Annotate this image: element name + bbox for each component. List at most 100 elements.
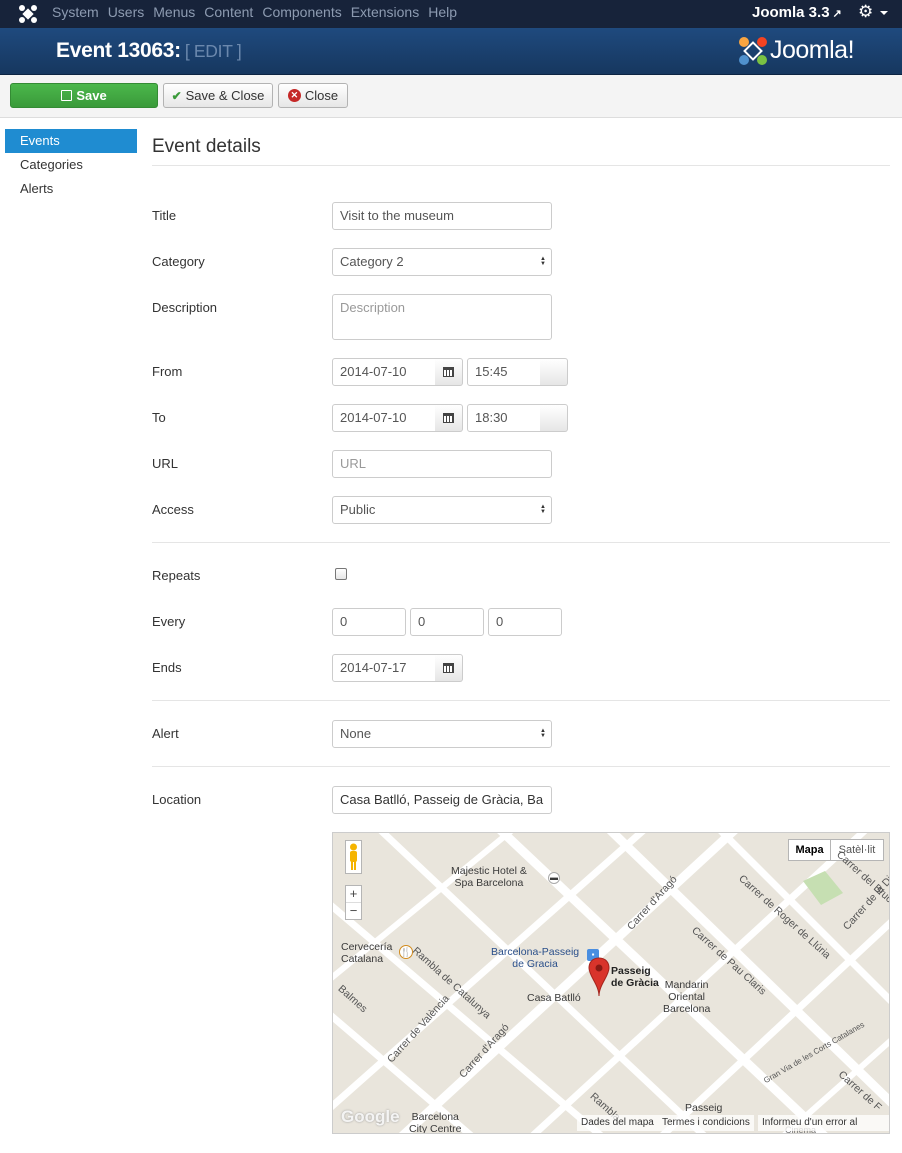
- map-label-city-centre: Barcelona City Centre: [409, 1111, 462, 1134]
- title-label: Title: [152, 208, 177, 223]
- calendar-icon: [443, 413, 454, 423]
- ends-calendar-button[interactable]: [435, 654, 463, 682]
- close-button[interactable]: ✕ Close: [278, 83, 348, 108]
- calendar-icon: [443, 663, 454, 673]
- calendar-icon: [443, 367, 454, 377]
- map-label-mandarin: Mandarin Oriental Barcelona: [663, 979, 711, 1015]
- map-label-passeig: Passeig: [685, 1102, 723, 1114]
- category-select[interactable]: Category 2 ▲ ▼: [332, 248, 552, 276]
- menu-help[interactable]: Help: [428, 0, 457, 28]
- save-close-button-label: Save & Close: [185, 88, 265, 103]
- hotel-icon: ▬: [548, 872, 560, 884]
- url-label: URL: [152, 456, 179, 471]
- menu-users[interactable]: Users: [108, 0, 145, 28]
- page-title: Event 13063:[ EDIT ]: [56, 39, 242, 63]
- access-select-value: Public: [340, 502, 376, 517]
- toolbar: Save ✔ Save & Close ✕ Close: [0, 75, 902, 118]
- map-label-casa-batllo: Casa Batlló: [527, 992, 581, 1004]
- select-arrows-icon: ▲ ▼: [540, 504, 546, 515]
- joomla-brand-text: Joomla!: [770, 36, 855, 64]
- sidebar-item-events[interactable]: Events: [5, 129, 137, 153]
- zoom-out-button[interactable]: −: [346, 903, 361, 920]
- external-link-icon: ↗: [832, 8, 842, 20]
- from-time-button[interactable]: [540, 358, 568, 386]
- check-icon: ✔: [171, 88, 182, 103]
- map-type-mapa-button[interactable]: Mapa: [788, 839, 831, 861]
- every-label: Every: [152, 614, 186, 629]
- divider: [152, 766, 890, 767]
- category-select-value: Category 2: [340, 254, 404, 269]
- location-input[interactable]: Casa Batlló, Passeig de Gràcia, Ba: [332, 786, 552, 814]
- select-arrows-icon: ▲ ▼: [540, 256, 546, 267]
- divider: [152, 165, 890, 166]
- joomla-logo-icon[interactable]: [18, 4, 38, 24]
- page-header: Event 13063:[ EDIT ] Joomla!: [0, 28, 902, 75]
- map-terms-link[interactable]: Termes i condicions: [658, 1115, 754, 1131]
- zoom-in-button[interactable]: +: [346, 886, 361, 903]
- menu-system[interactable]: System: [52, 0, 99, 28]
- chevron-down-icon[interactable]: [880, 11, 888, 15]
- description-label: Description: [152, 300, 218, 315]
- access-select[interactable]: Public ▲ ▼: [332, 496, 552, 524]
- save-close-button[interactable]: ✔ Save & Close: [163, 83, 273, 108]
- alert-label: Alert: [152, 726, 179, 741]
- menu-components[interactable]: Components: [262, 0, 341, 28]
- description-textarea[interactable]: Description: [332, 294, 552, 340]
- map-marker-icon[interactable]: [587, 957, 611, 997]
- site-version-link[interactable]: Joomla 3.3 ↗: [752, 0, 842, 27]
- page-title-text: Event 13063:: [56, 39, 181, 62]
- title-input[interactable]: Visit to the museum: [332, 202, 552, 230]
- google-logo: Google: [341, 1107, 400, 1126]
- ends-label: Ends: [152, 660, 182, 675]
- map-label-cerveceria: Cervecería Catalana: [341, 941, 393, 965]
- location-map[interactable]: + − Mapa Satèl·lit Majestic Hotel & Spa …: [332, 832, 890, 1134]
- to-time-input[interactable]: 18:30: [467, 404, 541, 432]
- map-label-station: Barcelona-Passeig de Gracia: [491, 946, 580, 970]
- menu-extensions[interactable]: Extensions: [351, 0, 419, 28]
- access-label: Access: [152, 502, 194, 517]
- save-button-label: Save: [76, 88, 107, 103]
- gear-icon[interactable]: ⚙: [858, 2, 873, 22]
- repeats-label: Repeats: [152, 568, 201, 583]
- street-view-pegman-icon[interactable]: [345, 840, 362, 874]
- divider: [152, 700, 890, 701]
- map-data-link[interactable]: Dades del mapa: [577, 1115, 658, 1131]
- from-date-input[interactable]: 2014-07-10: [332, 358, 436, 386]
- from-label: From: [152, 364, 183, 379]
- menu-menus[interactable]: Menus: [153, 0, 195, 28]
- from-time-input[interactable]: 15:45: [467, 358, 541, 386]
- to-calendar-button[interactable]: [435, 404, 463, 432]
- top-navbar: System Users Menus Content Components Ex…: [0, 0, 902, 28]
- map-label-majestic: Majestic Hotel & Spa Barcelona: [451, 865, 527, 889]
- menu-content[interactable]: Content: [204, 0, 253, 28]
- alert-select-value: None: [340, 726, 372, 741]
- map-label-marker-place: Passeig de Gràcia: [611, 965, 659, 989]
- repeats-checkbox[interactable]: [335, 568, 347, 580]
- location-label: Location: [152, 792, 202, 807]
- close-icon: ✕: [287, 89, 301, 102]
- edit-icon: [61, 90, 73, 101]
- map-report-error-link[interactable]: Informeu d'un error al mapa: [758, 1115, 889, 1131]
- to-time-button[interactable]: [540, 404, 568, 432]
- sidebar-item-categories[interactable]: Categories: [5, 153, 137, 177]
- from-calendar-button[interactable]: [435, 358, 463, 386]
- category-label: Category: [152, 254, 205, 269]
- alert-select[interactable]: None ▲ ▼: [332, 720, 552, 748]
- save-button[interactable]: Save: [10, 83, 158, 108]
- to-date-input[interactable]: 2014-07-10: [332, 404, 436, 432]
- every-input-3[interactable]: 0: [488, 608, 562, 636]
- ends-date-input[interactable]: 2014-07-17: [332, 654, 436, 682]
- form-legend: Event details: [152, 136, 261, 157]
- version-label: Joomla 3.3: [752, 4, 830, 21]
- divider: [152, 542, 890, 543]
- to-label: To: [152, 410, 166, 425]
- map-zoom-control: + −: [345, 885, 362, 920]
- every-input-2[interactable]: 0: [410, 608, 484, 636]
- url-input[interactable]: URL: [332, 450, 552, 478]
- sidebar-item-alerts[interactable]: Alerts: [5, 177, 137, 201]
- close-button-label: Close: [304, 88, 339, 103]
- main-menu: System Users Menus Content Components Ex…: [52, 0, 466, 28]
- page-title-mode: [ EDIT ]: [184, 41, 242, 61]
- select-arrows-icon: ▲ ▼: [540, 728, 546, 739]
- every-input-1[interactable]: 0: [332, 608, 406, 636]
